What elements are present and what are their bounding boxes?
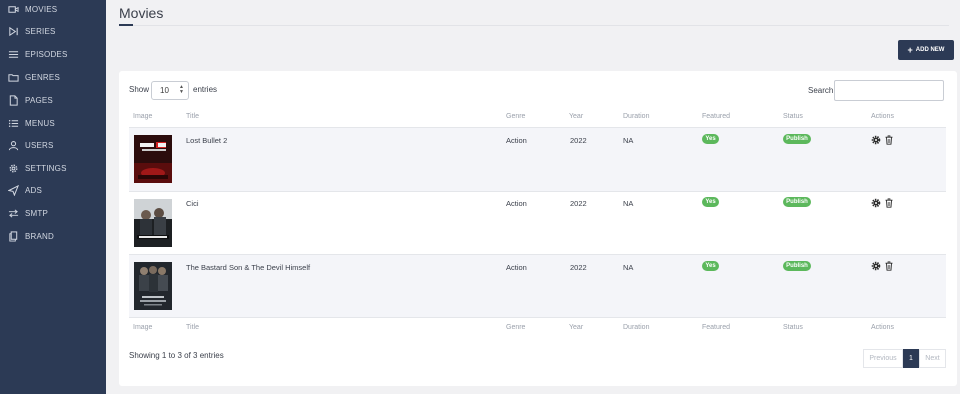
pagination-previous[interactable]: Previous: [863, 349, 903, 368]
title-underline: [119, 24, 133, 26]
footer-column-duration: Duration: [623, 324, 650, 331]
footer-column-featured: Featured: [702, 324, 731, 331]
column-header-featured[interactable]: Featured: [702, 113, 730, 120]
header-divider: [119, 25, 949, 26]
sidebar-item-ads[interactable]: ADS: [0, 180, 106, 200]
sidebar-item-label: SERIES: [25, 26, 56, 36]
menu-list-icon: [7, 117, 19, 129]
column-header-year[interactable]: Year: [569, 113, 583, 120]
trash-icon[interactable]: [884, 261, 894, 271]
show-label: Show: [129, 85, 150, 94]
sidebar-item-menus[interactable]: MENUS: [0, 113, 106, 133]
movie-poster: [134, 135, 172, 183]
folder-icon: [7, 71, 19, 83]
sidebar-item-label: ADS: [25, 185, 43, 195]
sidebar-item-settings[interactable]: SETTINGS: [0, 158, 106, 178]
list-icon: [7, 48, 19, 60]
entries-select[interactable]: 10 ▲ ▼: [151, 81, 189, 100]
sidebar-item-series[interactable]: SERIES: [0, 21, 106, 41]
pagination-next[interactable]: Next: [919, 349, 946, 368]
gear-icon[interactable]: [871, 261, 881, 271]
sidebar-item-pages[interactable]: PAGES: [0, 90, 106, 110]
sidebar-item-episodes[interactable]: EPISODES: [0, 44, 106, 64]
gear-icon: [7, 162, 19, 174]
movie-title: Lost Bullet 2: [186, 136, 228, 145]
movie-duration: NA: [623, 263, 634, 272]
sidebar-item-label: MOVIES: [25, 4, 58, 14]
featured-badge: Yes: [702, 197, 719, 207]
add-new-button[interactable]: + ADD NEW: [898, 40, 954, 60]
sidebar-item-movies[interactable]: MOVIES: [0, 0, 106, 19]
footer-column-actions: Actions: [871, 324, 894, 331]
movie-poster: [134, 199, 172, 247]
copy-icon: [7, 230, 19, 242]
play-step-icon: [7, 25, 19, 37]
sidebar: MOVIES SERIES EPISODES GENRES PAGES MENU…: [0, 0, 106, 394]
column-header-duration[interactable]: Duration: [623, 113, 649, 120]
sidebar-item-label: SMTP: [25, 208, 49, 218]
movie-year: 2022: [570, 199, 587, 208]
footer-column-status: Status: [783, 324, 803, 331]
gear-icon[interactable]: [871, 198, 881, 208]
status-badge: Publish: [783, 134, 811, 144]
featured-badge: Yes: [702, 261, 719, 271]
movie-title: The Bastard Son & The Devil Himself: [186, 263, 311, 272]
trash-icon[interactable]: [884, 135, 894, 145]
sidebar-item-label: MENUS: [25, 118, 55, 128]
movie-title: Cici: [186, 199, 199, 208]
sidebar-item-brand[interactable]: BRAND: [0, 226, 106, 246]
trash-icon[interactable]: [884, 198, 894, 208]
updown-chevron-icon: ▲ ▼: [179, 84, 184, 95]
movie-genre: Action: [506, 199, 527, 208]
footer-column-title: Title: [186, 324, 199, 331]
movie-genre: Action: [506, 263, 527, 272]
movie-year: 2022: [570, 136, 587, 145]
movie-duration: NA: [623, 199, 634, 208]
file-icon: [7, 94, 19, 106]
featured-badge: Yes: [702, 134, 719, 144]
sidebar-item-label: SETTINGS: [25, 163, 67, 173]
table-row: [129, 192, 946, 254]
entries-value: 10: [160, 86, 169, 95]
column-header-status[interactable]: Status: [783, 113, 803, 120]
gear-icon[interactable]: [871, 135, 881, 145]
table-row: [129, 128, 946, 191]
column-header-title[interactable]: Title: [186, 113, 199, 120]
footer-column-year: Year: [569, 324, 584, 331]
movie-duration: NA: [623, 136, 634, 145]
movie-genre: Action: [506, 136, 527, 145]
movie-year: 2022: [570, 263, 587, 272]
search-label: Search:: [808, 86, 836, 95]
sidebar-item-label: EPISODES: [25, 49, 68, 59]
video-camera-icon: [7, 3, 19, 15]
plus-icon: +: [907, 44, 913, 55]
page-title: Movies: [119, 5, 164, 21]
footer-column-image: Image: [133, 324, 153, 331]
sidebar-item-label: GENRES: [25, 72, 60, 82]
footer-column-genre: Genre: [506, 324, 526, 331]
sidebar-item-smtp[interactable]: SMTP: [0, 203, 106, 223]
sidebar-item-label: USERS: [25, 140, 54, 150]
sidebar-item-label: PAGES: [25, 95, 53, 105]
paper-plane-icon: [7, 184, 19, 196]
column-header-image[interactable]: Image: [133, 113, 152, 120]
status-badge: Publish: [783, 261, 811, 271]
user-icon: [7, 139, 19, 151]
sidebar-item-users[interactable]: USERS: [0, 135, 106, 155]
status-badge: Publish: [783, 197, 811, 207]
table-info: Showing 1 to 3 of 3 entries: [129, 351, 224, 360]
sidebar-item-label: BRAND: [25, 231, 55, 241]
row-divider: [129, 317, 946, 318]
column-header-actions[interactable]: Actions: [871, 113, 894, 120]
column-header-genre[interactable]: Genre: [506, 113, 525, 120]
pagination-page-1[interactable]: 1: [903, 349, 919, 368]
add-new-label: ADD NEW: [915, 47, 945, 53]
entries-label: entries: [193, 85, 218, 94]
exchange-icon: [7, 207, 19, 219]
sidebar-item-genres[interactable]: GENRES: [0, 67, 106, 87]
search-input[interactable]: [834, 80, 944, 101]
movie-poster: [134, 262, 172, 310]
